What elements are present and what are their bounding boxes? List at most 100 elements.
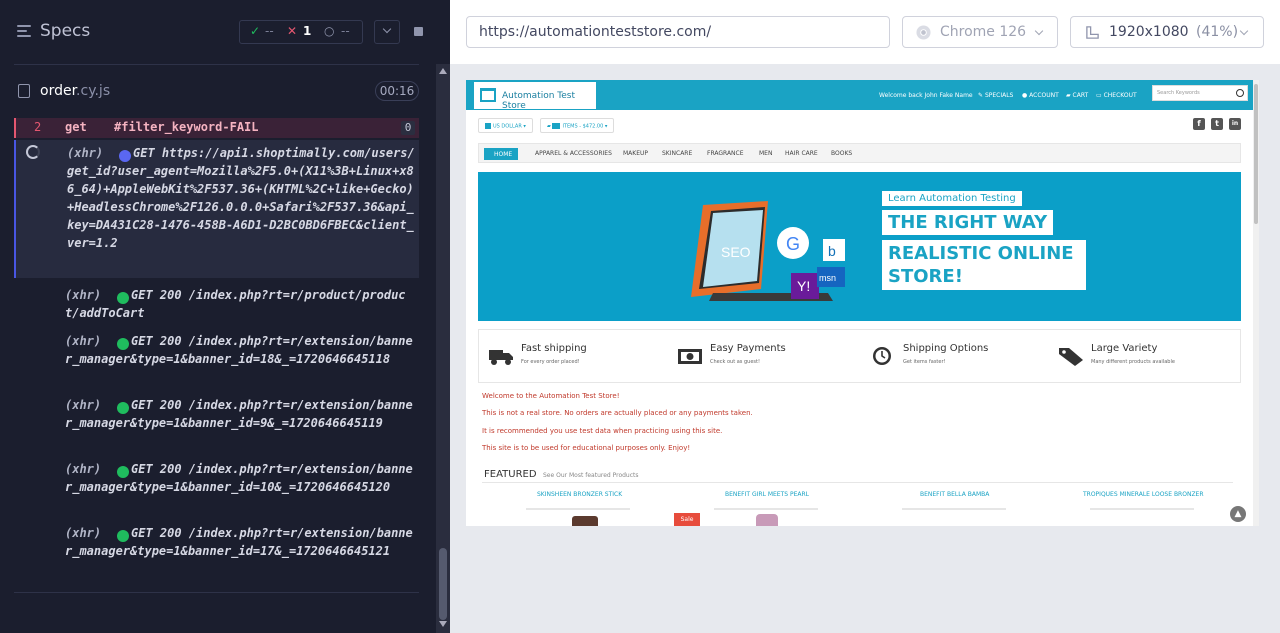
pending-count: -- <box>341 24 350 38</box>
search-icon[interactable] <box>1236 89 1244 97</box>
xhr-row[interactable]: (xhr) GET 200 /index.php?rt=r/extension/… <box>14 456 419 516</box>
divider <box>902 508 1006 510</box>
nav-cart[interactable]: ▰ CART <box>1066 92 1088 99</box>
linkedin-icon[interactable]: in <box>1229 118 1241 130</box>
runner-header: Specs ✓ -- ✕ 1 ○ -- <box>0 0 450 64</box>
failed-command-row[interactable]: 2 get #filter_keyword-FAIL 0 <box>14 118 419 138</box>
scrollbar-thumb[interactable] <box>1254 84 1258 224</box>
cart-count-badge <box>552 123 561 129</box>
banner-subtitle: Learn Automation Testing <box>882 191 1022 206</box>
svg-text:SEO: SEO <box>721 244 751 260</box>
product-title[interactable]: BENEFIT BELLA BAMBA <box>920 491 989 498</box>
notice-message: It is recommended you use test data when… <box>482 427 723 435</box>
feature-title: Large Variety <box>1091 343 1158 354</box>
banner-headline-2: REALISTIC ONLINE STORE! <box>882 240 1086 290</box>
scroll-down-arrow-icon[interactable] <box>439 621 447 627</box>
menu-books[interactable]: BOOKS <box>831 150 852 157</box>
specs-title[interactable]: Specs <box>40 21 90 41</box>
command-log-panel: Specs ✓ -- ✕ 1 ○ -- order.cy.js 00:16 2 … <box>0 0 450 633</box>
preview-scrollbar[interactable] <box>1253 80 1259 526</box>
xhr-row[interactable]: (xhr) GET 200 /index.php?rt=r/extension/… <box>14 520 419 580</box>
product-image[interactable] <box>572 516 598 526</box>
money-icon <box>678 349 702 364</box>
notice-message: This is not a real store. No orders are … <box>482 409 753 417</box>
passed-check-icon: ✓ <box>250 24 261 38</box>
menu-fragrance[interactable]: FRAGRANCE <box>707 150 744 157</box>
clock-icon <box>873 347 891 365</box>
viewport-scale: (41%) <box>1196 24 1239 40</box>
menu-apparel[interactable]: APPAREL & ACCESSORIES <box>535 150 612 157</box>
feature-subtitle: Get items faster! <box>903 359 946 365</box>
xhr-row[interactable]: (xhr) GET https://api1.shoptimally.com/u… <box>14 140 419 278</box>
menu-skincare[interactable]: SKINCARE <box>662 150 692 157</box>
menu-home[interactable]: HOME <box>484 148 518 160</box>
browser-selector[interactable]: Chrome 126 <box>902 16 1058 48</box>
chevron-down-icon <box>1239 26 1249 36</box>
product-title[interactable]: TROPIQUES MINERALE LOOSE BRONZER <box>1083 491 1204 498</box>
product-title[interactable]: SKINSHEEN BRONZER STICK <box>537 491 622 498</box>
xhr-row[interactable]: (xhr) GET 200 /index.php?rt=r/extension/… <box>14 328 419 388</box>
xhr-row[interactable]: (xhr) GET 200 /index.php?rt=r/extension/… <box>14 392 419 452</box>
scroll-up-arrow-icon[interactable] <box>439 68 447 74</box>
nav-specials[interactable]: ✎ SPECIALS <box>978 92 1013 99</box>
aut-panel: https://automationteststore.com/ Chrome … <box>450 0 1280 633</box>
feature-subtitle: Many different products available <box>1091 359 1175 365</box>
site-header: Automation Test Store Welcome back John … <box>466 80 1253 111</box>
scrollbar-thumb[interactable] <box>439 548 447 620</box>
svg-text:G: G <box>786 234 800 254</box>
passed-count: -- <box>265 24 274 38</box>
stop-button[interactable] <box>404 20 430 44</box>
site-logo[interactable]: Automation Test Store <box>474 82 596 111</box>
chrome-icon <box>916 25 931 40</box>
svg-text:msn: msn <box>819 273 836 283</box>
nav-checkout[interactable]: ▭ CHECKOUT <box>1096 92 1137 99</box>
viewport-selector[interactable]: 1920x1080 (41%) <box>1070 16 1264 48</box>
currency-icon <box>485 123 491 129</box>
menu-makeup[interactable]: MAKEUP <box>623 150 648 157</box>
menu-hair-care[interactable]: HAIR CARE <box>785 150 818 157</box>
file-icon <box>18 84 30 98</box>
feature-title: Shipping Options <box>903 343 989 354</box>
element-count-badge: 0 <box>401 121 415 135</box>
welcome-text[interactable]: Welcome back John Fake Name <box>879 92 973 99</box>
url-bar[interactable]: https://automationteststore.com/ <box>466 16 890 48</box>
ruler-icon <box>1086 26 1099 39</box>
spec-file-name[interactable]: order.cy.js <box>40 83 110 99</box>
command-selector: #filter_keyword-FAIL <box>114 120 259 134</box>
collapse-button[interactable] <box>374 20 400 44</box>
scroll-to-top-button[interactable]: ▲ <box>1230 506 1246 522</box>
divider <box>526 508 630 510</box>
viewport-size: 1920x1080 <box>1109 24 1189 40</box>
app-preview[interactable]: Automation Test Store Welcome back John … <box>466 80 1259 526</box>
nav-account[interactable]: ● ACCOUNT <box>1022 92 1059 99</box>
xhr-text: GET 200 /index.php?rt=r/extension/banner… <box>65 462 413 494</box>
test-stats: ✓ -- ✕ 1 ○ -- <box>239 20 363 44</box>
specs-list-icon[interactable] <box>17 25 31 37</box>
xhr-text: GET 200 /index.php?rt=r/extension/banner… <box>65 526 413 558</box>
twitter-icon[interactable]: t <box>1211 118 1223 130</box>
currency-label: US DOLLAR <box>493 123 522 130</box>
tags-icon <box>1059 348 1083 366</box>
browser-name: Chrome 126 <box>940 24 1027 40</box>
feature-subtitle: Check out as guest! <box>710 359 760 365</box>
menu-men[interactable]: MEN <box>759 150 772 157</box>
product-title[interactable]: BENEFIT GIRL MEETS PEARL <box>725 491 809 498</box>
chevron-down-icon <box>382 24 392 34</box>
features-strip: Fast shipping For every order placed! Ea… <box>478 329 1241 383</box>
xhr-text: GET 200 /index.php?rt=r/product/product/… <box>65 288 406 320</box>
category-menu: HOME APPAREL & ACCESSORIES MAKEUP SKINCA… <box>478 143 1241 163</box>
failed-x-icon: ✕ <box>287 24 298 38</box>
site-search-input[interactable]: Search Keywords <box>1152 85 1248 101</box>
hero-banner[interactable]: G b Y! msn SEO Learn Automation Testing … <box>478 172 1241 321</box>
welcome-message: Welcome to the Automation Test Store! <box>482 392 620 400</box>
currency-dropdown[interactable]: US DOLLAR ▾ <box>478 118 533 133</box>
facebook-icon[interactable]: f <box>1193 118 1205 130</box>
divider <box>482 482 1233 483</box>
product-image[interactable] <box>756 514 778 526</box>
cart-dropdown[interactable]: ▰ ITEMS - $472.00 ▾ <box>540 118 615 133</box>
command-log-scrollbar[interactable] <box>436 64 450 633</box>
cart-logo-icon <box>480 88 496 102</box>
search-placeholder: Search Keywords <box>1157 90 1200 96</box>
aut-header: https://automationteststore.com/ Chrome … <box>450 0 1280 64</box>
xhr-row[interactable]: (xhr) GET 200 /index.php?rt=r/product/pr… <box>14 282 419 324</box>
